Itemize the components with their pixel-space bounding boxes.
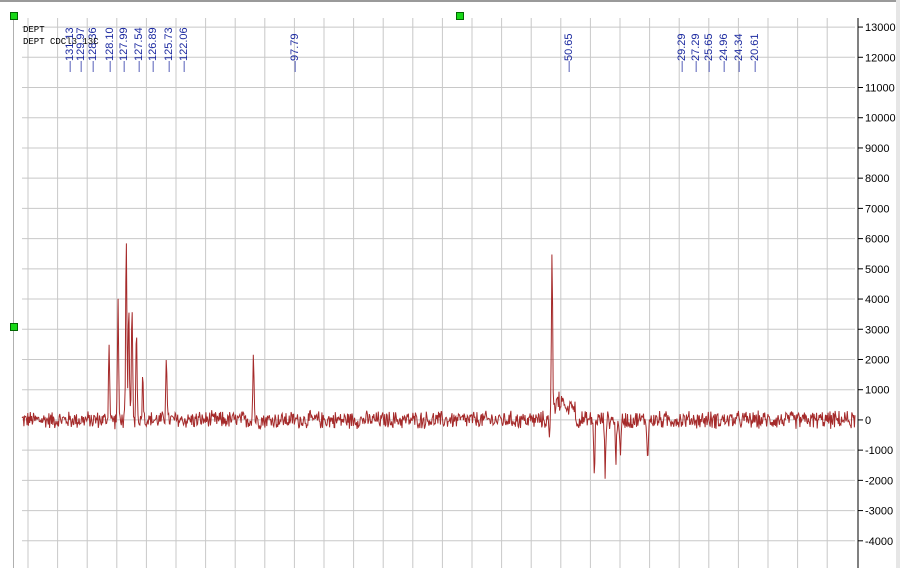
- peak-label: —24.96: [718, 33, 730, 72]
- peak-label: —128.10: [104, 27, 116, 72]
- peak-label: —24.34: [733, 33, 745, 72]
- peak-label: —127.54: [133, 27, 145, 72]
- y-tick-label: 0: [865, 415, 871, 427]
- spectrum-trace: [21, 243, 856, 479]
- y-tick-label: -4000: [865, 536, 893, 548]
- y-tick-label: 1000: [865, 385, 889, 397]
- peak-label: —27.29: [690, 33, 702, 72]
- y-tick-label: 13000: [865, 22, 896, 34]
- peak-label: —127.99: [118, 27, 130, 72]
- y-tick-label: 11000: [865, 83, 895, 95]
- selection-handle-top-left[interactable]: [10, 12, 18, 20]
- peak-label: —122.06: [178, 27, 190, 72]
- selection-handle-top-center[interactable]: [456, 12, 464, 20]
- y-tick-label: 6000: [865, 234, 889, 246]
- peak-label: —50.65: [563, 33, 575, 72]
- y-tick-label: -1000: [865, 445, 893, 457]
- grid-lines: [22, 18, 855, 568]
- peak-label: —25.65: [703, 33, 715, 72]
- y-tick-label: 2000: [865, 354, 889, 366]
- peak-label: —129.97: [75, 27, 87, 72]
- header-line: DEPT: [23, 25, 45, 35]
- spectrum-window: —131.13 —129.97 —128.36 —128.10 —127.99 —127.…: [0, 0, 900, 568]
- y-tick-label: 4000: [865, 294, 889, 306]
- peak-label: —97.79: [289, 33, 301, 72]
- y-tick-label: 10000: [865, 113, 896, 125]
- y-tick-label: 7000: [865, 203, 889, 215]
- y-tick-label: 12000: [865, 52, 896, 64]
- peak-label: —20.61: [749, 33, 761, 72]
- peak-label: —125.73: [163, 27, 175, 72]
- peak-label: —29.29: [676, 33, 688, 72]
- header-line: DEPT CDCl3 13C: [23, 37, 99, 47]
- y-tick-label: 8000: [865, 173, 889, 185]
- peak-label: —128.36: [87, 27, 99, 72]
- y-axis: 1300012000110001000090008000700060005000…: [858, 22, 896, 548]
- peak-label: —126.89: [147, 27, 159, 72]
- spectrum-line: [21, 243, 856, 479]
- y-tick-label: -2000: [865, 475, 893, 487]
- y-tick-label: 3000: [865, 324, 889, 336]
- y-tick-label: 9000: [865, 143, 889, 155]
- selection-handle-middle-left[interactable]: [10, 323, 18, 331]
- y-tick-label: 5000: [865, 264, 889, 276]
- dept-spectrum-chart: —131.13 —129.97 —128.36 —128.10 —127.99 —127.…: [21, 18, 896, 568]
- y-tick-label: -3000: [865, 506, 893, 518]
